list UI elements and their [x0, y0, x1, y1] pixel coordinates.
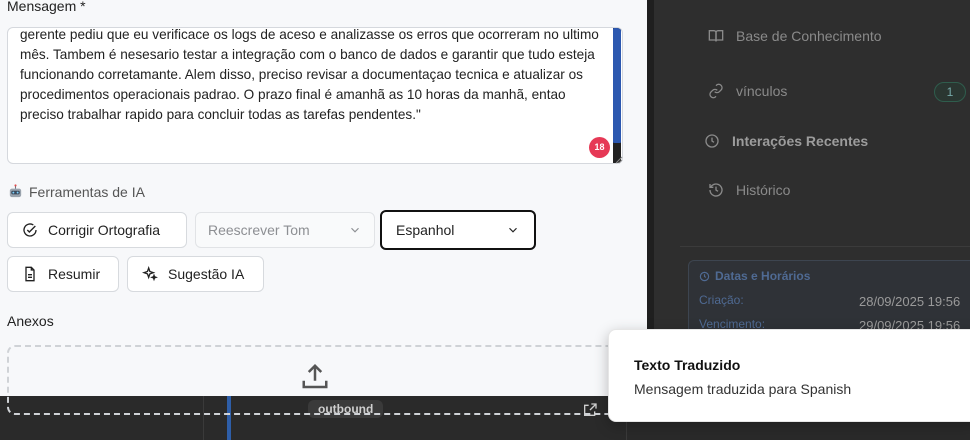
message-text: gerente pediu que eu verificace os logs … [20, 27, 603, 123]
robot-icon [9, 184, 22, 198]
nav-item-knowledge-base[interactable]: Base de Conhecimento [708, 28, 882, 44]
links-count-badge: 1 [934, 82, 966, 102]
translation-toast[interactable]: Texto Traduzido Mensagem traduzida para … [608, 329, 970, 422]
spell-check-button[interactable]: Corrigir Ortografia [7, 212, 187, 248]
sparkles-icon [142, 266, 158, 282]
scrollbar-thumb[interactable] [613, 28, 621, 143]
chevron-down-icon [509, 227, 517, 233]
ai-suggestion-button[interactable]: Sugestão IA [127, 256, 264, 292]
divider [680, 246, 970, 247]
nav-item-label: Base de Conhecimento [736, 28, 882, 44]
created-value: 28/09/2025 19:56 [859, 294, 961, 309]
message-textarea[interactable]: gerente pediu que eu verificace os logs … [7, 27, 623, 164]
language-select[interactable]: Espanhol [380, 210, 536, 250]
language-value: Espanhol [396, 222, 455, 238]
nav-item-label: Interações Recentes [732, 133, 869, 149]
textarea-scrollbar[interactable] [613, 28, 621, 163]
dates-card: Datas e Horários Criação: 28/09/2025 19:… [688, 260, 970, 340]
resize-handle-icon[interactable] [615, 156, 623, 164]
message-form-panel: Mensagem * gerente pediu que eu verifica… [0, 0, 647, 415]
dates-title: Datas e Horários [699, 269, 810, 283]
summarize-button[interactable]: Resumir [7, 256, 119, 292]
clock-icon [699, 271, 710, 281]
rewrite-tone-value: Reescrever Tom [208, 222, 310, 238]
created-label: Criação: [699, 293, 744, 307]
attachments-label: Anexos [7, 313, 54, 329]
toast-description: Mensagem traduzida para Spanish [634, 381, 852, 397]
chevron-down-icon [351, 227, 359, 233]
panel-scrollbar[interactable] [647, 0, 654, 330]
message-label: Mensagem * [7, 0, 86, 14]
dates-title-text: Datas e Horários [715, 269, 811, 283]
nav-item-label: Histórico [736, 182, 791, 198]
book-icon [708, 30, 724, 42]
clock-icon [705, 134, 719, 148]
nav-item-links[interactable]: vínculos [708, 83, 787, 99]
ai-tools-heading: Ferramentas de IA [7, 183, 145, 200]
side-navigation: Base de Conhecimento vínculos 1 Interaçõ… [680, 0, 970, 250]
history-icon [709, 183, 723, 197]
toast-title: Texto Traduzido [634, 357, 741, 373]
document-icon [25, 266, 35, 282]
ai-tools-title: Ferramentas de IA [29, 183, 145, 200]
rewrite-tone-select[interactable]: Reescrever Tom [195, 212, 375, 248]
nav-item-recent-interactions[interactable]: Interações Recentes [704, 133, 868, 149]
summarize-label: Resumir [48, 266, 101, 282]
spell-check-label: Corrigir Ortografia [48, 222, 161, 238]
link-icon [709, 83, 723, 99]
ai-suggestion-label: Sugestão IA [168, 266, 245, 282]
check-circle-icon [23, 223, 37, 237]
nav-item-label: vínculos [736, 83, 788, 99]
error-count-badge: 18 [589, 137, 610, 158]
upload-icon[interactable] [300, 362, 330, 392]
nav-item-history[interactable]: Histórico [708, 182, 790, 198]
